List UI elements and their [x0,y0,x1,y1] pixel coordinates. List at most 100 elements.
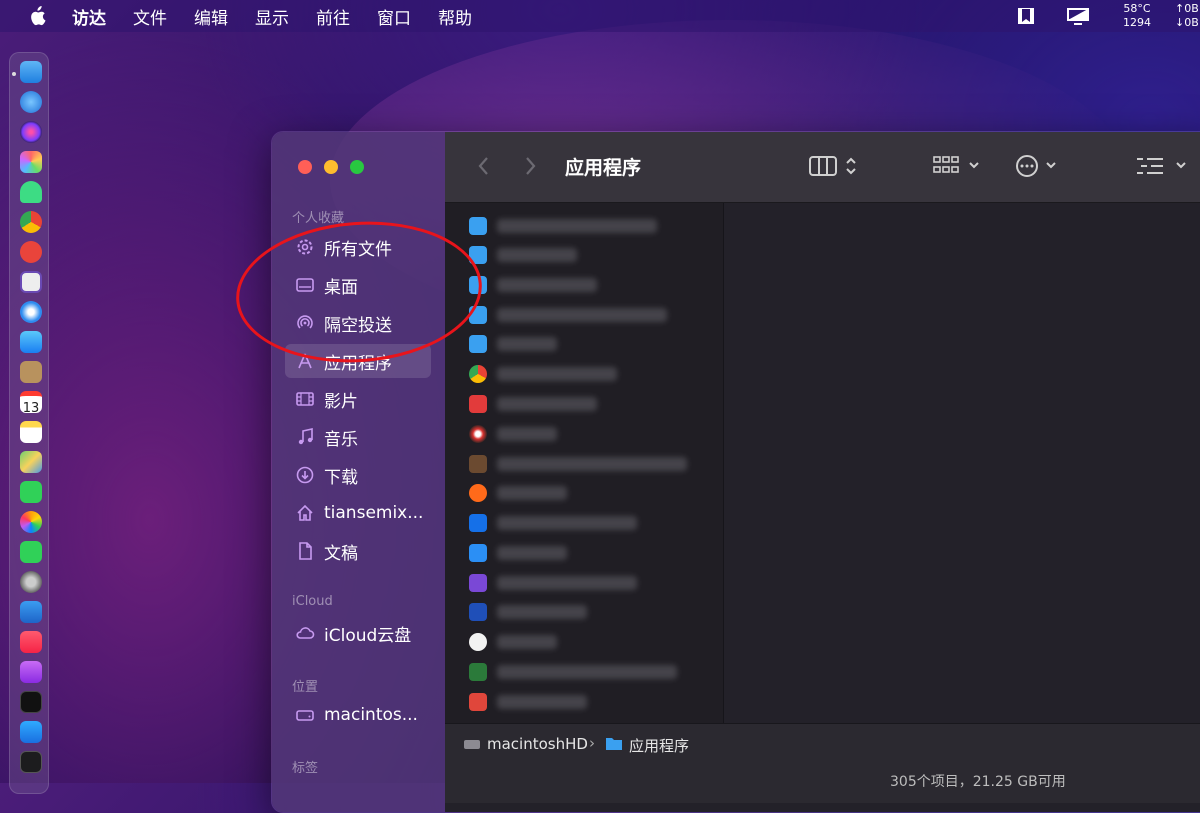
tv-icon[interactable] [20,691,42,713]
menu-window[interactable]: 窗口 [377,4,411,29]
sidebar-item-home[interactable]: tiansemix... [285,496,431,530]
finder-icon[interactable] [20,61,42,83]
app-icon [469,544,487,562]
list-item[interactable] [469,215,709,237]
music-note-icon [298,428,313,445]
dock: 13 [9,52,49,794]
launchpad-icon[interactable] [20,151,42,173]
menu-help[interactable]: 帮助 [438,4,472,29]
mail-icon[interactable] [20,331,42,353]
app-icon [469,603,487,621]
list-item[interactable] [469,453,709,475]
terminal-icon[interactable] [20,751,42,773]
net-up-readout: ↑0B [1175,2,1199,15]
list-item[interactable] [469,363,709,385]
fan-readout: 1294 [1123,16,1151,29]
sidebar-item-label: 下载 [324,467,358,488]
app-store-icon[interactable] [20,91,42,113]
chrome-icon[interactable] [20,211,42,233]
maps-icon[interactable] [20,451,42,473]
sort-icon[interactable] [1135,154,1187,178]
file-list-column [445,203,724,723]
temperature-readout: 58°C [1123,2,1151,15]
sidebar-item-music[interactable]: 音乐 [285,420,431,454]
minimize-button[interactable] [324,160,338,174]
list-item[interactable] [469,631,709,653]
sidebar-item-label: iCloud云盘 [324,625,412,646]
list-item[interactable] [469,601,709,623]
app-icon [469,514,487,532]
path-folder[interactable]: 应用程序 [629,735,689,756]
safari-icon[interactable] [20,301,42,323]
keynote-icon[interactable] [20,601,42,623]
network-stats[interactable]: ↑0B ↓0B [1175,2,1200,30]
menu-finder[interactable]: 访达 [72,4,106,29]
app-icon [469,693,487,711]
list-item[interactable] [469,572,709,594]
zoom-button[interactable] [350,160,364,174]
sidebar-item-movies[interactable]: 影片 [285,382,431,416]
music-icon[interactable] [20,631,42,653]
app-store-2-icon[interactable] [20,721,42,743]
app-icon [469,425,487,443]
stickies-icon[interactable] [20,421,42,443]
menu-go[interactable]: 前往 [316,4,350,29]
display-icon[interactable] [1065,6,1091,26]
cloud-icon [296,627,315,639]
folder-icon [469,217,487,235]
bookmark-icon[interactable] [1016,6,1036,26]
app-icon [469,484,487,502]
list-item[interactable] [469,274,709,296]
app-icon [469,574,487,592]
sidebar-item-macintosh-hd[interactable]: macintos... [285,698,431,732]
sidebar-item-downloads[interactable]: 下载 [285,458,431,492]
cpu-stats[interactable]: 58°C 1294 [1120,2,1154,30]
podcasts-icon[interactable] [20,661,42,683]
folder-icon [469,335,487,353]
list-item[interactable] [469,423,709,445]
disk-icon [464,740,480,749]
status-bar: 305个项目，21.25 GB可用 [445,763,1200,803]
messages-icon[interactable] [20,481,42,503]
menu-view[interactable]: 显示 [255,4,289,29]
list-item[interactable] [469,244,709,266]
apple-icon[interactable] [28,6,46,26]
path-disk[interactable]: macintoshHD [487,735,588,753]
android-studio-icon[interactable] [20,181,42,203]
calendar-icon[interactable]: 13 [20,391,42,416]
sidebar-item-label: 文稿 [324,543,358,564]
group-icon[interactable] [933,154,983,178]
list-item[interactable] [469,512,709,534]
forward-icon[interactable] [521,154,539,178]
toolbar: 应用程序 [445,132,1200,203]
list-item[interactable] [469,333,709,355]
sidebar-item-label: 影片 [324,391,358,412]
menu-bar: 访达 文件 编辑 显示 前往 窗口 帮助 58°C 1294 ↑0B ↓0B [0,0,1200,32]
facetime-icon[interactable] [20,541,42,563]
list-item[interactable] [469,542,709,564]
back-icon[interactable] [475,154,493,178]
path-bar: macintoshHD › 应用程序 [445,723,1200,764]
menu-edit[interactable]: 编辑 [194,4,228,29]
menu-file[interactable]: 文件 [133,4,167,29]
sidebar-item-documents[interactable]: 文稿 [285,534,431,568]
reminders-icon[interactable] [20,241,42,263]
film-icon [296,392,314,406]
notes-icon[interactable] [20,271,42,293]
more-actions-icon[interactable] [1015,154,1063,178]
system-preferences-icon[interactable] [20,571,42,593]
path-separator: › [589,734,595,752]
list-item[interactable] [469,393,709,415]
list-item[interactable] [469,304,709,326]
photos-icon[interactable] [20,511,42,533]
close-button[interactable] [298,160,312,174]
sidebar-item-label: macintos... [324,705,418,725]
column-view-icon[interactable] [809,154,861,178]
siri-icon[interactable] [20,121,42,143]
contacts-icon[interactable] [20,361,42,383]
list-item[interactable] [469,691,709,713]
list-item[interactable] [469,482,709,504]
sidebar-item-icloud-drive[interactable]: iCloud云盘 [285,616,431,650]
folder-icon [606,738,622,750]
list-item[interactable] [469,661,709,683]
